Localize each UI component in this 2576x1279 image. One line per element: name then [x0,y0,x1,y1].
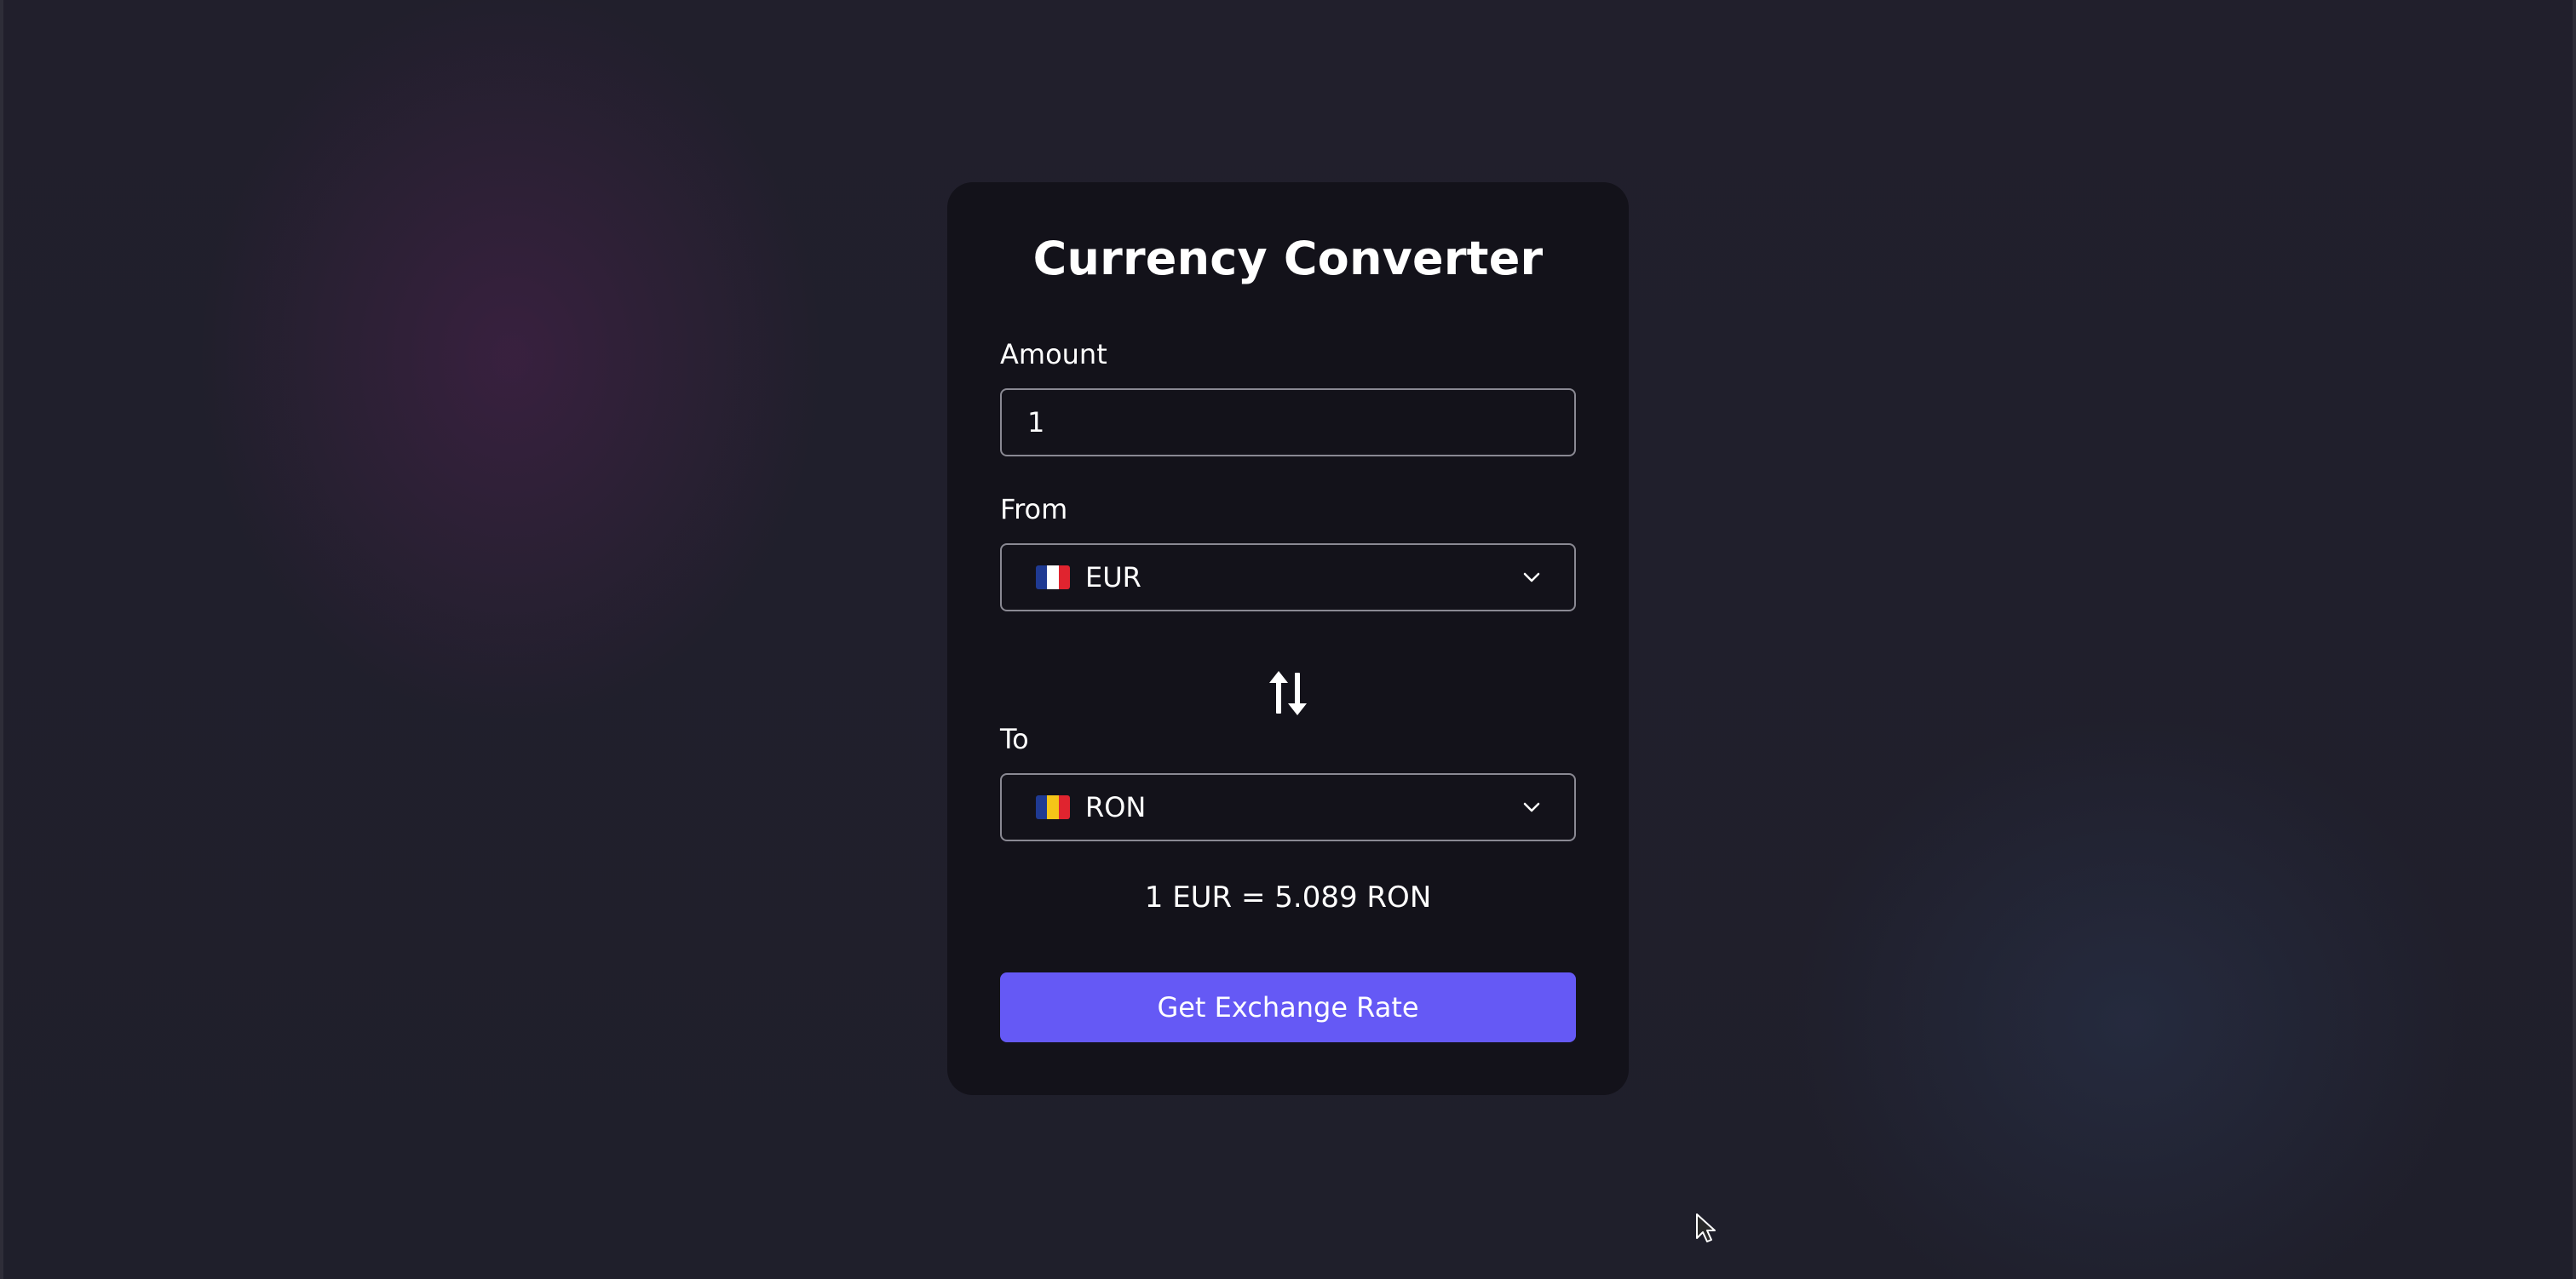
chevron-down-icon [1515,560,1549,594]
to-label: To [1000,723,1029,755]
get-exchange-rate-button[interactable]: Get Exchange Rate [1000,972,1576,1042]
mouse-cursor-icon [1696,1213,1716,1242]
window-frame-right [2573,0,2576,1279]
amount-label: Amount [1000,338,1107,370]
amount-input[interactable]: 1 [1000,388,1576,456]
converter-card: Currency Converter Amount 1 From EUR To [947,182,1629,1095]
from-label: From [1000,493,1068,525]
france-flag-icon [1036,565,1070,589]
from-currency-value: EUR [1085,561,1141,594]
amount-input-value: 1 [1027,406,1045,439]
romania-flag-icon [1036,795,1070,819]
swap-currencies-button[interactable] [1264,668,1312,719]
to-currency-value: RON [1085,791,1147,823]
to-currency-select[interactable]: RON [1000,773,1576,841]
exchange-rate-result: 1 EUR = 5.089 RON [1144,880,1432,915]
swap-arrows-icon [1269,671,1307,715]
window-frame-left [0,0,3,1279]
chevron-down-icon [1515,790,1549,824]
page-title: Currency Converter [1032,232,1544,285]
from-currency-select[interactable]: EUR [1000,543,1576,611]
